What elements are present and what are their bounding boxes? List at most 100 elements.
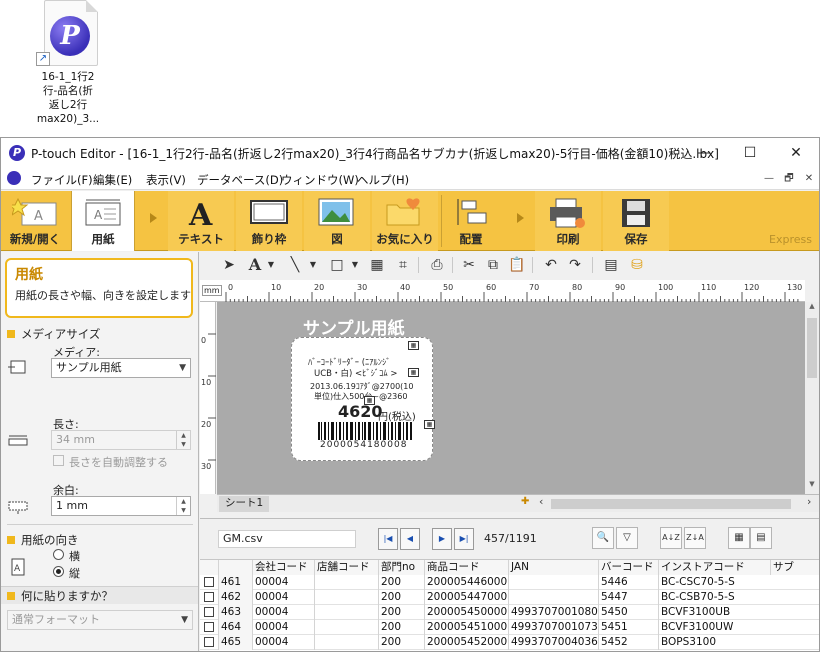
filter-icon[interactable]: ▽: [616, 527, 638, 549]
table-cell[interactable]: 5447: [598, 590, 658, 605]
print-preview-icon[interactable]: ⎙: [428, 256, 446, 274]
menu-edit[interactable]: 編集(E): [93, 172, 132, 188]
auto-length-checkbox[interactable]: [53, 455, 64, 466]
table-row[interactable]: 464 00004 200 200005451000 4993707001073 5451…: [200, 620, 819, 635]
menu-help[interactable]: ヘルプ(H): [357, 172, 409, 188]
next-record-button[interactable]: ▶: [432, 528, 452, 550]
horizontal-scroll-thumb[interactable]: [551, 499, 791, 509]
print-button[interactable]: 印刷: [535, 191, 601, 251]
undo-icon[interactable]: ↶: [542, 256, 560, 274]
search-icon[interactable]: 🔍: [592, 527, 614, 549]
menu-file[interactable]: ファイル(F): [31, 172, 93, 188]
doc-restore-button[interactable]: 🗗: [781, 171, 797, 187]
table-cell[interactable]: 5451: [598, 620, 658, 635]
paste-icon[interactable]: 📋: [508, 256, 526, 274]
table-cell[interactable]: 465: [218, 635, 252, 650]
spin-arrows-icon-2[interactable]: ▲ ▼: [176, 497, 190, 515]
header-barcode[interactable]: バーコード: [598, 560, 658, 575]
new-sheet-icon[interactable]: ✚: [521, 496, 529, 507]
shape-tool-dropdown-icon[interactable]: ▼: [346, 256, 364, 274]
table-cell[interactable]: [508, 590, 598, 605]
line-tool-dropdown-icon[interactable]: ▼: [304, 256, 322, 274]
doc-close-button[interactable]: ✕: [801, 171, 817, 187]
favorite-button[interactable]: お気に入り: [372, 191, 438, 251]
header-sub[interactable]: サブ: [770, 560, 819, 575]
table-cell[interactable]: [314, 590, 378, 605]
row-checkbox[interactable]: [204, 622, 214, 632]
header-store-code[interactable]: 店舗コード: [314, 560, 378, 575]
table-row[interactable]: 461 00004 200 200005446000 5446 BC-CSC70-5-S: [200, 575, 819, 590]
table-cell[interactable]: 462: [218, 590, 252, 605]
table-cell[interactable]: BC-CSB70-5-S: [658, 590, 770, 605]
row-checkbox[interactable]: [204, 607, 214, 617]
table-cell[interactable]: 00004: [252, 635, 314, 650]
barcode-number[interactable]: 2000054180008: [320, 440, 407, 450]
shape-tool-icon[interactable]: □: [328, 256, 346, 274]
save-button[interactable]: 保存: [603, 191, 669, 251]
table-tool-icon[interactable]: ▦: [368, 256, 386, 274]
table-cell[interactable]: 461: [218, 575, 252, 590]
menu-database[interactable]: データベース(D): [197, 172, 283, 188]
table-cell[interactable]: 200005450000: [424, 605, 508, 620]
header-jan[interactable]: JAN: [508, 560, 598, 575]
paper-button[interactable]: A 用紙: [71, 191, 135, 251]
label-paper[interactable]: ﾊﾞｰｺｰﾄﾞﾘｰﾀﾞｰ (ﾆｱﾙﾝｼﾞ UCB・白) <ﾋﾞｼﾞｺﾑ > 20…: [291, 337, 435, 461]
header-company-code[interactable]: 会社コード: [252, 560, 314, 575]
table-cell[interactable]: [314, 605, 378, 620]
table-cell[interactable]: 00004: [252, 575, 314, 590]
format-select[interactable]: 通常フォーマット ▼: [7, 610, 193, 630]
media-select[interactable]: サンプル用紙 ▼: [51, 358, 191, 378]
table-cell[interactable]: 200: [378, 635, 424, 650]
menu-window[interactable]: ウィンドウ(W): [281, 172, 359, 188]
first-record-button[interactable]: |◀: [378, 528, 398, 550]
margin-input[interactable]: 1 mm ▲ ▼: [51, 496, 191, 516]
grid-view-icon[interactable]: ▦: [728, 527, 750, 549]
table-row[interactable]: 463 00004 200 200005450000 4993707001080 5450…: [200, 605, 819, 620]
line-tool-icon[interactable]: ╲: [286, 256, 304, 274]
table-cell[interactable]: 00004: [252, 620, 314, 635]
scroll-left-icon[interactable]: ‹: [539, 495, 543, 508]
text-button[interactable]: A テキスト: [168, 191, 234, 251]
table-cell[interactable]: 200005451000: [424, 620, 508, 635]
table-cell[interactable]: 5446: [598, 575, 658, 590]
cut-icon[interactable]: ✂: [460, 256, 478, 274]
table-cell[interactable]: 00004: [252, 605, 314, 620]
express-mode-label[interactable]: Express: [769, 233, 812, 246]
desktop-file-icon[interactable]: P ↗ 16-1_1行2 行-品名(折 返し2行 max20)_3...: [28, 0, 108, 128]
table-cell[interactable]: [314, 620, 378, 635]
maximize-button[interactable]: ☐: [727, 138, 773, 168]
table-cell[interactable]: 5450: [598, 605, 658, 620]
close-button[interactable]: ✕: [773, 138, 819, 168]
table-cell[interactable]: 200: [378, 590, 424, 605]
label-text-line-4[interactable]: 単位)仕入500台~@2360: [314, 391, 407, 402]
doc-minimize-button[interactable]: —: [761, 171, 777, 187]
pointer-tool-icon[interactable]: ➤: [220, 256, 238, 274]
image-button[interactable]: 図: [304, 191, 370, 251]
label-text-line-2[interactable]: UCB・白) <ﾋﾞｼﾞｺﾑ >: [314, 367, 397, 379]
table-cell[interactable]: 00004: [252, 590, 314, 605]
sort-ascending-icon[interactable]: A↓Z: [660, 527, 682, 549]
last-record-button[interactable]: ▶|: [454, 528, 474, 550]
spin-arrows-icon[interactable]: ▲ ▼: [176, 431, 190, 449]
copy-icon[interactable]: ⧉: [484, 256, 502, 274]
table-cell[interactable]: 4993707001080: [508, 605, 598, 620]
table-cell[interactable]: 200: [378, 620, 424, 635]
scroll-down-icon[interactable]: ▼: [805, 480, 819, 492]
table-cell[interactable]: 4993707004036: [508, 635, 598, 650]
table-cell[interactable]: 463: [218, 605, 252, 620]
sort-descending-icon[interactable]: Z↓A: [684, 527, 706, 549]
table-cell[interactable]: 200005452000: [424, 635, 508, 650]
header-product-code[interactable]: 商品コード: [424, 560, 508, 575]
properties-icon[interactable]: ▤: [602, 256, 620, 274]
table-cell[interactable]: BCVF3100UB: [658, 605, 770, 620]
scroll-up-icon[interactable]: ▲: [805, 302, 819, 314]
menu-view[interactable]: 表示(V): [146, 172, 186, 188]
header-dept-no[interactable]: 部門no: [378, 560, 424, 575]
canvas-vertical-scrollbar[interactable]: ▲ ▼: [805, 302, 819, 494]
table-row[interactable]: 462 00004 200 200005447000 5447 BC-CSB70-5-S: [200, 590, 819, 605]
redo-icon[interactable]: ↷: [566, 256, 584, 274]
orientation-landscape-radio[interactable]: [53, 549, 64, 560]
scroll-thumb[interactable]: [807, 318, 817, 378]
row-checkbox[interactable]: [204, 592, 214, 602]
table-cell[interactable]: 5452: [598, 635, 658, 650]
